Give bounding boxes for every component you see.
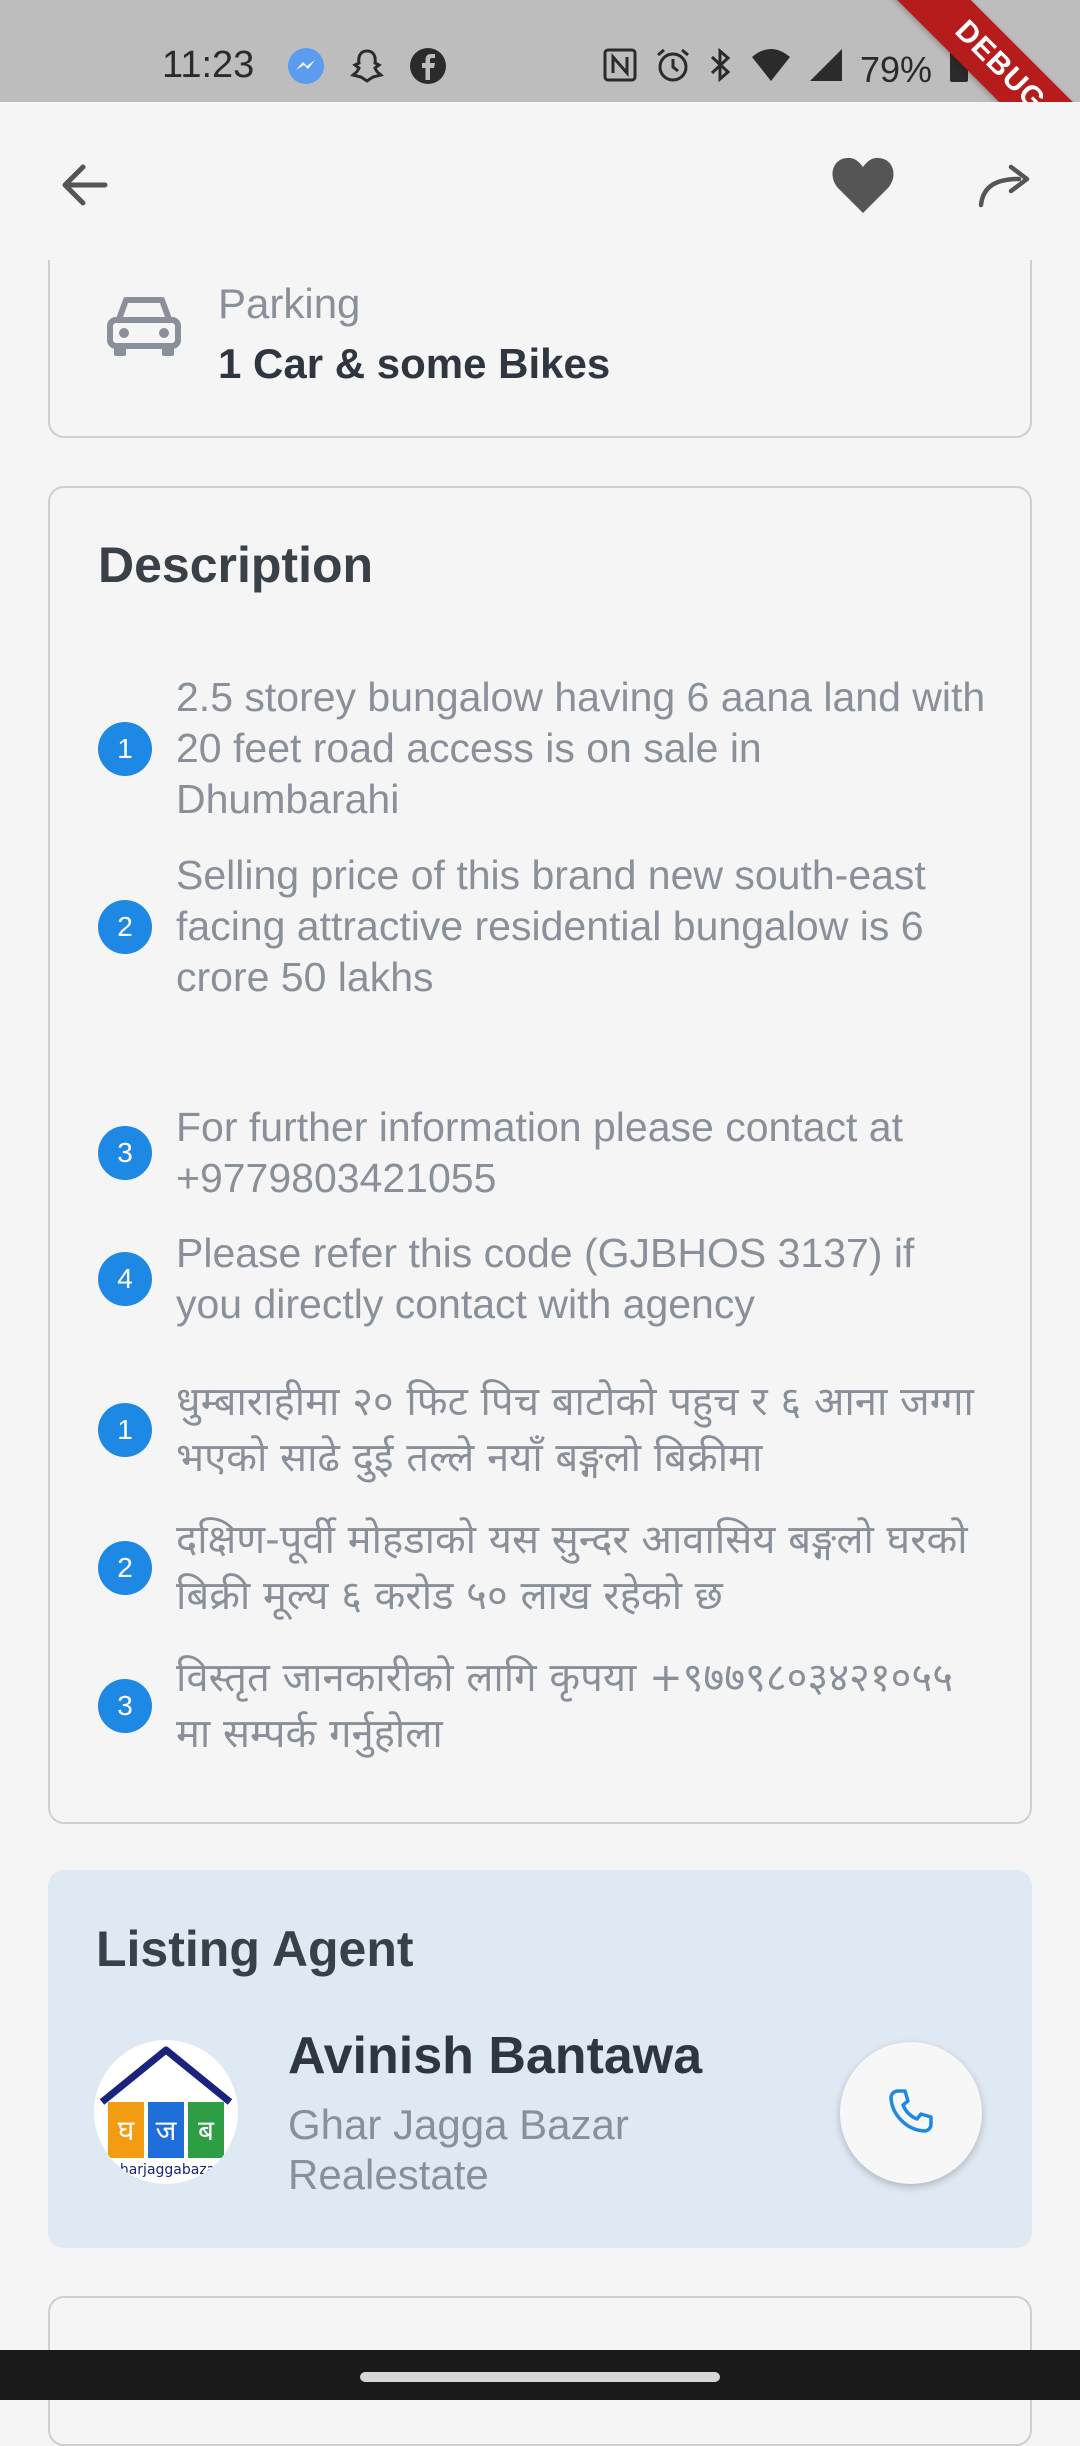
system-navigation-bar xyxy=(0,2350,1080,2400)
number-badge: 1 xyxy=(98,1403,152,1457)
status-time: 11:23 xyxy=(162,44,255,86)
share-button[interactable] xyxy=(960,142,1050,232)
number-badge: 2 xyxy=(98,1541,152,1595)
favorite-button[interactable] xyxy=(818,142,908,232)
description-item: 4 Please refer this code (GJBHOS 3137) i… xyxy=(98,1228,988,1330)
description-text-nepali: दक्षिण-पूर्वी मोहडाको यस सुन्दर आवासिय ब… xyxy=(176,1517,968,1619)
arrow-left-icon xyxy=(57,157,113,218)
status-bar: 11:23 79% DEBUG xyxy=(0,0,1080,191)
description-text: 2.5 storey bungalow having 6 aana land w… xyxy=(176,674,986,822)
logo-letter: ज xyxy=(156,2114,178,2147)
phone-icon xyxy=(886,2086,936,2141)
nfc-icon xyxy=(602,47,638,92)
battery-percent: 79% xyxy=(859,48,932,90)
snapchat-icon xyxy=(348,47,386,90)
messenger-icon xyxy=(286,46,326,91)
parking-card: Parking 1 Car & some Bikes xyxy=(48,260,1032,438)
description-title: Description xyxy=(98,537,374,593)
share-arrow-icon xyxy=(975,159,1035,216)
description-item: 1 2.5 storey bungalow having 6 aana land… xyxy=(98,672,988,825)
number-badge: 3 xyxy=(98,1679,152,1733)
call-agent-button[interactable] xyxy=(840,2042,982,2184)
agent-name: Avinish Bantawa xyxy=(288,2027,703,2085)
description-card: Description 1 2.5 storey bungalow having… xyxy=(48,486,1032,1824)
home-gesture-handle[interactable] xyxy=(360,2372,720,2382)
number-badge: 1 xyxy=(98,721,152,776)
signal-icon xyxy=(808,47,844,92)
logo-text: gharjaggabazar xyxy=(111,2162,221,2178)
agent-logo: घ ज ब gharjaggabazar xyxy=(94,2040,238,2184)
heart-icon xyxy=(830,155,896,220)
description-text-nepali: विस्तृत जानकारीको लागि कृपया +९७७९८०३४२१… xyxy=(176,1655,954,1757)
description-text: For further information please contact a… xyxy=(176,1104,903,1201)
system-icons: 79% xyxy=(602,46,970,93)
alarm-icon xyxy=(654,46,692,93)
number-badge: 3 xyxy=(98,1126,152,1180)
description-item: 3 For further information please contact… xyxy=(98,1102,988,1204)
description-item-nepali: 1 धुम्बाराहीमा २० फिट पिच बाटोको पहुच र … xyxy=(98,1374,988,1486)
facebook-icon xyxy=(408,46,448,91)
parking-label: Parking xyxy=(218,280,361,327)
notification-icons xyxy=(286,46,448,91)
back-button[interactable] xyxy=(40,142,130,232)
logo-letter: ब xyxy=(198,2114,215,2147)
number-badge: 2 xyxy=(98,899,152,954)
description-text: Please refer this code (GJBHOS 3137) if … xyxy=(176,1230,915,1327)
logo-letter: घ xyxy=(118,2114,135,2147)
number-badge: 4 xyxy=(98,1252,152,1306)
description-text: Selling price of this brand new south-ea… xyxy=(176,852,926,1000)
wifi-icon xyxy=(750,47,792,92)
parking-value: 1 Car & some Bikes xyxy=(218,340,611,387)
listing-agent-title: Listing Agent xyxy=(96,1921,414,1977)
agent-company: Ghar Jagga Bazar Realestate xyxy=(288,2101,629,2198)
listing-agent-card: Listing Agent घ ज ब gharjaggabazar Avini… xyxy=(48,1870,1032,2248)
description-item-nepali: 3 विस्तृत जानकारीको लागि कृपया +९७७९८०३४… xyxy=(98,1650,988,1762)
bluetooth-icon xyxy=(708,46,734,93)
description-text-nepali: धुम्बाराहीमा २० फिट पिच बाटोको पहुच र ६ … xyxy=(176,1379,974,1481)
description-item-nepali: 2 दक्षिण-पूर्वी मोहडाको यस सुन्दर आवासिय… xyxy=(98,1512,988,1624)
description-item: 2 Selling price of this brand new south-… xyxy=(98,850,988,1003)
app-bar xyxy=(0,102,1080,272)
car-icon xyxy=(104,290,184,365)
